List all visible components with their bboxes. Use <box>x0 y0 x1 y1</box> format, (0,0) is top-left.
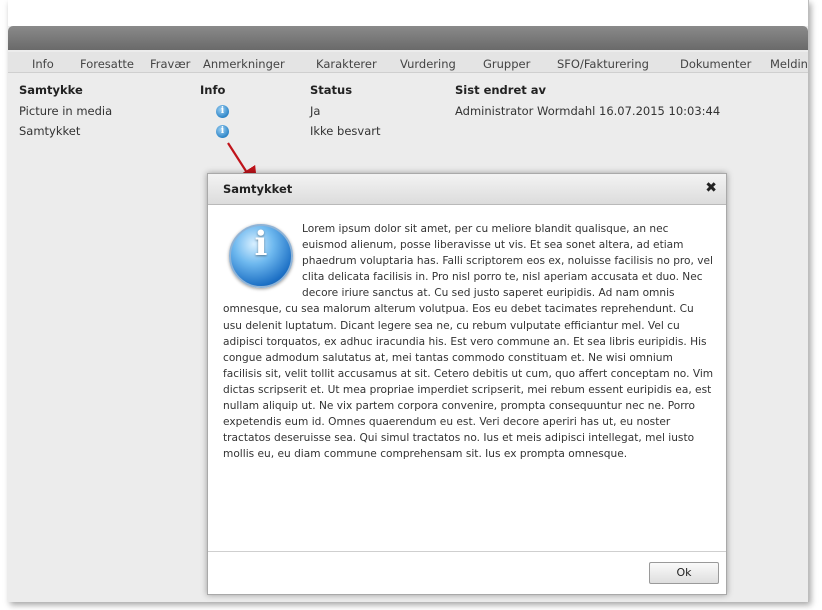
dialog-title-bar: Samtykket ✖ <box>208 174 726 205</box>
dialog-body: i Lorem ipsum dolor sit amet, per cu mel… <box>223 221 715 462</box>
dialog-title: Samtykket <box>223 182 293 196</box>
ok-button[interactable]: Ok <box>649 562 719 584</box>
consent-dialog: Samtykket ✖ i Lorem ipsum dolor sit amet… <box>207 173 727 595</box>
dialog-message: Lorem ipsum dolor sit amet, per cu melio… <box>223 223 714 461</box>
info-icon: i <box>229 224 293 288</box>
close-icon[interactable]: ✖ <box>705 180 717 196</box>
dialog-footer: Ok <box>208 551 726 594</box>
